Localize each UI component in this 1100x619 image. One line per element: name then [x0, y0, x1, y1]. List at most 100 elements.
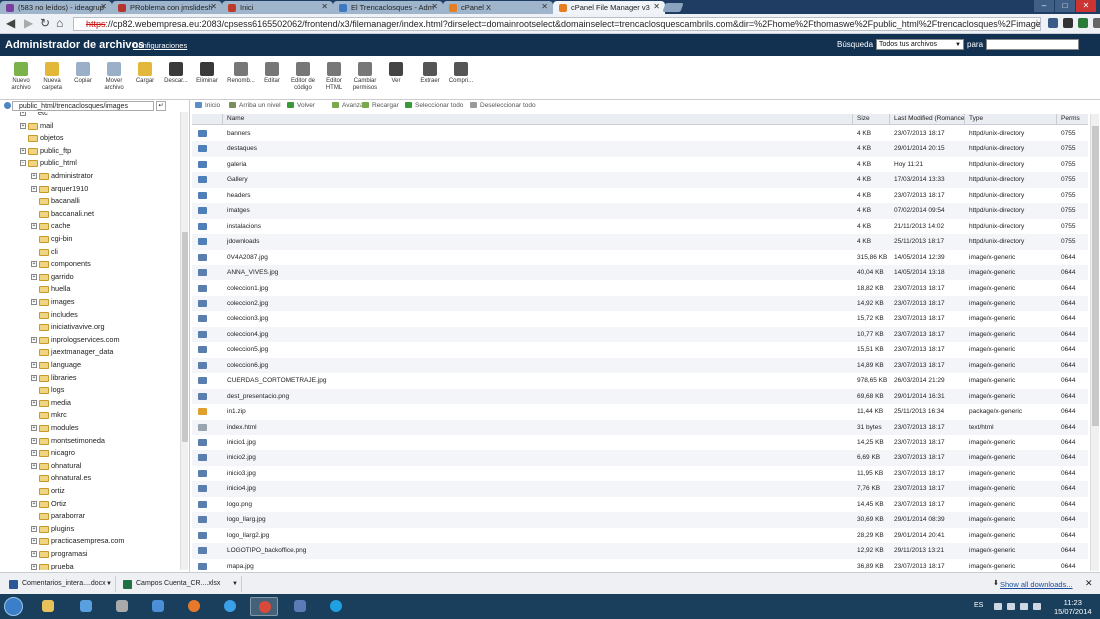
table-row[interactable]: jdownloads 4 KB 25/11/2013 18:17 httpd/unix…: [192, 234, 1088, 250]
close-icon[interactable]: ✕: [1085, 578, 1093, 589]
tree-item[interactable]: + inprologservices.com: [0, 334, 180, 346]
table-row[interactable]: inicio4.jpg 7,76 KB 23/07/2013 18:17 image/…: [192, 481, 1088, 497]
browser-tab[interactable]: (583 no leídos) - ideagrup ✕: [0, 1, 112, 14]
column-header[interactable]: Last Modified (Romance: [894, 115, 964, 122]
taskbar-app-chrome[interactable]: [250, 597, 278, 616]
search-scope-select[interactable]: Todos tus archivos ▼: [876, 39, 964, 50]
table-row[interactable]: galeria 4 KB Hoy 11:21 httpd/unix-directory…: [192, 157, 1088, 172]
tree-item[interactable]: + administrator: [0, 170, 180, 182]
menu-icon[interactable]: [1093, 18, 1100, 28]
nav-action-2[interactable]: Volver: [287, 102, 315, 109]
tree-item[interactable]: iniciativavive.org: [0, 321, 180, 333]
tree-expander-icon[interactable]: +: [31, 450, 37, 457]
table-row[interactable]: destaques 4 KB 29/01/2014 20:15 httpd/unix-…: [192, 141, 1088, 157]
tree-expander-icon[interactable]: +: [31, 185, 37, 192]
tree-expander-icon[interactable]: +: [31, 223, 37, 230]
tree-item[interactable]: ohnatural.es: [0, 472, 180, 484]
tree-item[interactable]: + programasi: [0, 548, 180, 560]
column-header[interactable]: Perms: [1061, 115, 1080, 122]
table-row[interactable]: logo.png 14,45 KB 23/07/2013 18:17 image/x-…: [192, 497, 1088, 512]
tree-item[interactable]: + language: [0, 359, 180, 371]
toolbar-button[interactable]: Renomb...: [226, 62, 256, 85]
tree-expander-icon[interactable]: +: [31, 399, 37, 406]
settings-link[interactable]: Configuraciones: [133, 41, 187, 50]
tree-scrollbar[interactable]: [180, 112, 188, 570]
tree-expander-icon[interactable]: +: [31, 538, 37, 545]
table-row[interactable]: dest_presentacio.png 69,68 KB 29/01/2014 1…: [192, 388, 1088, 405]
tree-item[interactable]: objetos: [0, 132, 180, 144]
toolbar-button[interactable]: Cambiar permisos: [350, 62, 380, 91]
language-indicator[interactable]: ES: [974, 602, 983, 609]
maximize-button[interactable]: □: [1055, 0, 1075, 12]
tree-item[interactable]: + media: [0, 397, 180, 409]
table-row[interactable]: coleccion2.jpg 14,92 KB 23/07/2013 18:17 im…: [192, 295, 1088, 312]
table-row[interactable]: logo_llarg2.jpg 28,29 KB 29/01/2014 20:41 i…: [192, 528, 1088, 543]
column-header[interactable]: Size: [857, 115, 870, 122]
tree-item[interactable]: jaextmanager_data: [0, 346, 180, 358]
back-icon[interactable]: ◀: [6, 17, 15, 29]
taskbar-app-mail[interactable]: [144, 597, 172, 616]
tree-expander-icon[interactable]: +: [31, 299, 37, 305]
tree-expander-icon[interactable]: +: [20, 147, 26, 154]
taskbar-app-skype[interactable]: [322, 597, 350, 616]
toolbar-button[interactable]: Nuevo archivo: [6, 62, 36, 91]
minimize-button[interactable]: –: [1034, 0, 1054, 12]
toolbar-button[interactable]: Descar...: [161, 62, 191, 85]
tab-close-icon[interactable]: ✕: [653, 2, 660, 11]
tree-item[interactable]: − public_html: [0, 157, 180, 169]
tree-expander-icon[interactable]: −: [20, 160, 26, 167]
table-row[interactable]: coleccion1.jpg 18,82 KB 23/07/2013 18:17 im…: [192, 281, 1088, 296]
taskbar-app-utility[interactable]: [108, 597, 136, 616]
tab-close-icon[interactable]: ✕: [100, 2, 107, 11]
nav-action-4[interactable]: Recargar: [362, 102, 399, 109]
forward-icon[interactable]: ▶: [24, 17, 33, 29]
close-window-button[interactable]: ✕: [1076, 0, 1096, 12]
table-row[interactable]: CUERDAS_CORTOMETRAJE.jpg 978,65 KB 26/03/2…: [192, 373, 1088, 388]
chevron-down-icon[interactable]: ▼: [232, 576, 238, 592]
tree-item[interactable]: + prueba: [0, 561, 180, 570]
browser-tab[interactable]: El Trencaclosques - Adm ✕: [333, 1, 443, 14]
extension-icon[interactable]: [1078, 18, 1088, 28]
tree-item[interactable]: + components: [0, 258, 180, 270]
nav-action-0[interactable]: Inicio: [195, 102, 220, 109]
table-row[interactable]: instalacions 4 KB 21/11/2013 14:02 httpd/un…: [192, 219, 1088, 234]
tree-item[interactable]: + garrido: [0, 271, 180, 283]
table-row[interactable]: inicio2.jpg 6,69 KB 23/07/2013 18:17 image/…: [192, 450, 1088, 466]
tree-expander-icon[interactable]: +: [20, 112, 26, 116]
table-row[interactable]: mapa.jpg 36,89 KB 23/07/2013 18:17 image/x-…: [192, 559, 1088, 571]
tree-item[interactable]: + public_ftp: [0, 145, 180, 157]
browser-tab[interactable]: cPanel File Manager v3 ✕: [553, 1, 665, 14]
volume-icon[interactable]: [1020, 603, 1028, 610]
extension-icon[interactable]: [1063, 18, 1073, 28]
table-row[interactable]: Gallery 4 KB 17/03/2014 13:33 httpd/unix-di…: [192, 172, 1088, 188]
tab-close-icon[interactable]: ✕: [541, 2, 548, 11]
table-row[interactable]: headers 4 KB 23/07/2013 18:17 httpd/unix-di…: [192, 188, 1088, 203]
tree-item[interactable]: paraborrar: [0, 510, 180, 522]
tree-item[interactable]: huella: [0, 283, 180, 295]
toolbar-button[interactable]: Mover archivo: [99, 62, 129, 91]
taskbar-app-firefox[interactable]: [180, 597, 208, 616]
tree-item[interactable]: + montsetimoneda: [0, 435, 180, 447]
column-header[interactable]: Name: [227, 115, 244, 122]
extension-icon[interactable]: [1048, 18, 1058, 28]
table-row[interactable]: 0V4A2087.jpg 315,86 KB 14/05/2014 12:39 ima…: [192, 250, 1088, 265]
tree-item[interactable]: + practicasempresa.com: [0, 535, 180, 547]
taskbar-app-explorer[interactable]: [34, 597, 62, 616]
tree-expander-icon[interactable]: +: [31, 336, 37, 343]
tree-expander-icon[interactable]: +: [31, 261, 37, 268]
tree-expander-icon[interactable]: +: [31, 362, 37, 368]
browser-tab[interactable]: cPanel X ✕: [443, 1, 553, 14]
tree-item[interactable]: + Ortiz: [0, 498, 180, 510]
toolbar-button[interactable]: Copiar: [68, 62, 98, 85]
browser-tab[interactable]: PRoblema con jmslidesh ✕: [112, 1, 222, 14]
tree-item[interactable]: mkrc: [0, 409, 180, 421]
toolbar-button[interactable]: Extraer: [415, 62, 445, 85]
home-icon[interactable]: ⌂: [56, 17, 63, 29]
tree-item[interactable]: ortiz: [0, 485, 180, 497]
tree-expander-icon[interactable]: +: [31, 273, 37, 280]
table-row[interactable]: inicio3.jpg 11,95 KB 23/07/2013 18:17 image…: [192, 466, 1088, 481]
path-input[interactable]: public_html/trencaclosques/images: [12, 101, 154, 111]
tab-close-icon[interactable]: ✕: [210, 2, 217, 11]
tree-item[interactable]: bacanalli: [0, 195, 180, 207]
show-all-downloads-link[interactable]: Show all downloads...: [1000, 580, 1073, 589]
